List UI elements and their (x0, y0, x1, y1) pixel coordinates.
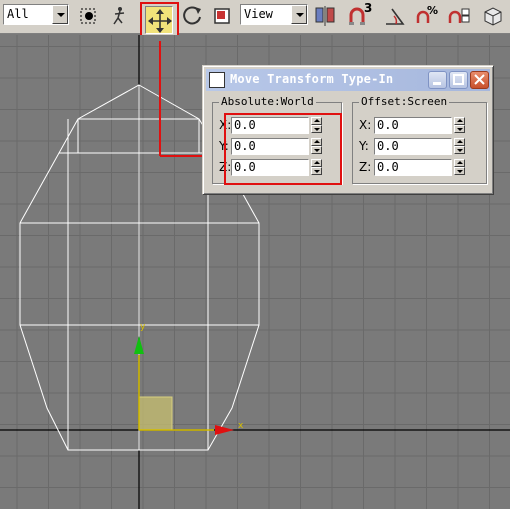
offset-x-spinner[interactable] (454, 117, 465, 134)
select-and-move-icon (148, 9, 172, 33)
spinner-snap-icon (448, 8, 470, 23)
select-and-scale-icon (214, 8, 230, 24)
snap-mode-label: 3 (364, 1, 373, 15)
close-icon (474, 74, 485, 85)
render-icon (484, 7, 502, 26)
select-link-icon (113, 7, 125, 25)
reference-coord-value: View (244, 7, 273, 21)
dialog-title: Move Transform Type-In (230, 72, 394, 86)
move-transform-type-in-dialog: Move Transform Type-In Absolute:World X:… (202, 65, 494, 195)
gizmo-xy-plane[interactable] (138, 396, 173, 431)
angle-snap-button[interactable] (382, 3, 408, 29)
snap-3d-button[interactable]: 3 (346, 1, 373, 29)
offset-z-spinner[interactable] (454, 159, 465, 176)
percent-snap-icon: % (416, 4, 438, 23)
gizmo-x-label: x (238, 421, 244, 431)
offset-y-field[interactable]: 0.0 (374, 138, 452, 155)
select-object-icon (80, 8, 96, 24)
move-gizmo[interactable]: y x (134, 322, 244, 435)
chevron-down-icon[interactable] (291, 5, 307, 24)
close-button[interactable] (470, 71, 489, 89)
maximize-icon (453, 74, 464, 85)
offset-z-field[interactable]: 0.0 (374, 159, 452, 176)
app-icon (209, 72, 225, 88)
offset-z-label: Z: (359, 160, 372, 174)
minimize-button[interactable] (428, 71, 447, 89)
reference-coord-dropdown[interactable]: View (240, 4, 308, 25)
mirror-button[interactable] (312, 3, 338, 29)
offset-screen-group: Offset:Screen X: 0.0 Y: 0.0 Z: 0.0 (352, 95, 487, 184)
offset-x-field[interactable]: 0.0 (374, 117, 452, 134)
gizmo-y-arrowhead[interactable] (134, 336, 144, 354)
offset-x-label: X: (359, 118, 372, 132)
chevron-down-icon[interactable] (52, 5, 68, 24)
select-and-rotate-button[interactable] (180, 3, 206, 29)
gizmo-y-label: y (140, 322, 146, 332)
absolute-world-legend: Absolute:World (219, 95, 316, 108)
main-toolbar: All View 3 % (0, 0, 510, 41)
offset-screen-legend: Offset:Screen (359, 95, 450, 108)
select-object-button[interactable] (76, 3, 102, 29)
select-link-button[interactable] (106, 3, 132, 29)
offset-y-label: Y: (359, 139, 369, 153)
percent-snap-button[interactable]: % (414, 3, 440, 29)
selection-filter-value: All (7, 7, 29, 21)
selection-filter-dropdown[interactable]: All (3, 4, 69, 25)
select-and-scale-button[interactable] (210, 3, 236, 29)
dialog-titlebar[interactable]: Move Transform Type-In (206, 69, 490, 91)
angle-snap-icon (386, 8, 405, 25)
svg-text:%: % (427, 4, 438, 17)
select-and-rotate-icon (183, 6, 201, 25)
render-button[interactable] (480, 3, 506, 29)
offset-y-spinner[interactable] (454, 138, 465, 155)
maximize-button[interactable] (449, 71, 468, 89)
spinner-snap-button[interactable] (446, 3, 472, 29)
absolute-fields-highlight (224, 113, 342, 185)
minimize-icon (433, 82, 441, 85)
mirror-icon (315, 6, 335, 26)
gizmo-x-arrowhead[interactable] (215, 425, 234, 435)
